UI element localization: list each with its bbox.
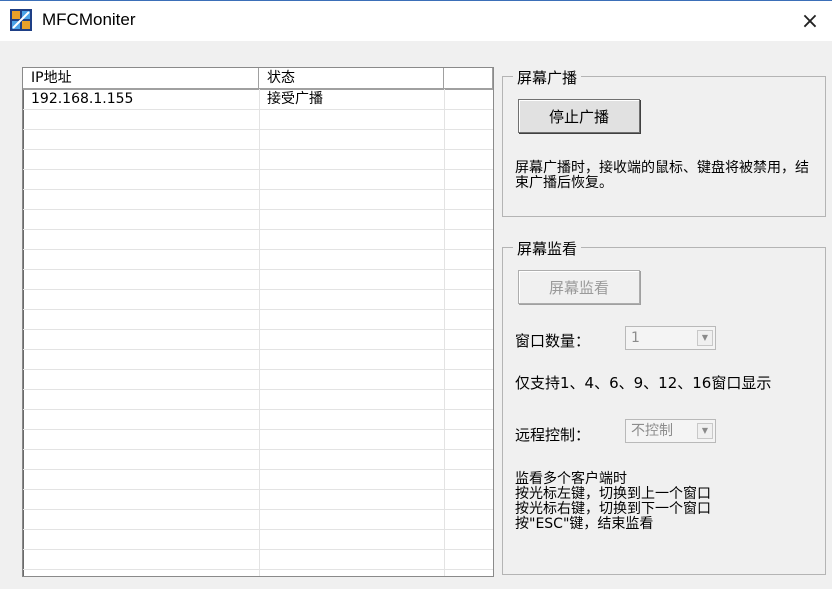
window-count-select[interactable]: 1 ▼ [625,326,716,350]
app-icon [10,9,32,31]
table-row[interactable] [23,189,493,210]
remote-control-value: 不控制 [631,423,673,439]
broadcast-group: 屏幕广播 停止广播 屏幕广播时，接收端的鼠标、键盘将被禁用，结束广播后恢复。 [502,67,826,217]
table-row[interactable] [23,349,493,370]
cell-status: 接受广播 [267,91,323,107]
table-row[interactable] [23,209,493,230]
table-row[interactable] [23,269,493,290]
column-header-ip[interactable]: IP地址 [23,68,259,89]
table-row[interactable] [23,369,493,390]
title-bar: MFCMoniter × [0,0,832,41]
table-row[interactable] [23,489,493,510]
column-header-empty[interactable] [444,68,493,89]
chevron-down-icon: ▼ [697,423,713,439]
table-row[interactable] [23,249,493,270]
broadcast-group-title: 屏幕广播 [513,67,582,88]
help-line: 按光标左键，切换到上一个窗口 [515,486,711,502]
window-count-label: 窗口数量： [515,332,591,350]
table-row[interactable] [23,129,493,150]
table-row[interactable] [23,109,493,130]
table-row[interactable] [23,529,493,550]
table-row[interactable] [23,409,493,430]
list-header: IP地址 状态 [23,68,493,90]
cell-ip: 192.168.1.155 [31,91,134,107]
table-row[interactable] [23,289,493,310]
remote-control-select[interactable]: 不控制 ▼ [625,419,716,443]
table-row[interactable] [23,549,493,570]
screen-monitor-button[interactable]: 屏幕监看 [518,270,640,304]
help-line: 监看多个客户端时 [515,471,627,487]
window-count-value: 1 [631,330,640,346]
help-line: 按"ESC"键，结束监看 [515,516,654,532]
table-row[interactable] [23,389,493,410]
table-row[interactable] [23,229,493,250]
window-title: MFCMoniter [42,10,136,29]
chevron-down-icon: ▼ [697,330,713,346]
client-list[interactable]: IP地址 状态 192.168.1.155 接受广播 [22,67,494,577]
column-header-status[interactable]: 状态 [259,68,444,89]
table-row[interactable] [23,169,493,190]
broadcast-note: 屏幕广播时，接收端的鼠标、键盘将被禁用，结束广播后恢复。 [515,160,809,191]
remote-control-label: 远程控制： [515,426,591,444]
table-row[interactable]: 192.168.1.155 接受广播 [23,89,493,110]
monitor-group-title: 屏幕监看 [513,238,582,259]
monitor-group: 屏幕监看 屏幕监看 窗口数量： 1 ▼ 仅支持1、4、6、9、12、16窗口显示… [502,238,826,575]
stop-broadcast-button[interactable]: 停止广播 [518,99,640,133]
table-row[interactable] [23,429,493,450]
table-row[interactable] [23,469,493,490]
table-row[interactable] [23,309,493,330]
support-text: 仅支持1、4、6、9、12、16窗口显示 [515,374,772,392]
table-row[interactable] [23,149,493,170]
table-row[interactable] [23,509,493,530]
monitor-help: 监看多个客户端时 按光标左键，切换到上一个窗口 按光标右键，切换到下一个窗口 按… [515,472,820,532]
table-row[interactable] [23,449,493,470]
help-line: 按光标右键，切换到下一个窗口 [515,501,711,517]
table-row[interactable] [23,329,493,350]
close-icon: × [800,8,820,34]
close-button[interactable]: × [788,1,832,41]
